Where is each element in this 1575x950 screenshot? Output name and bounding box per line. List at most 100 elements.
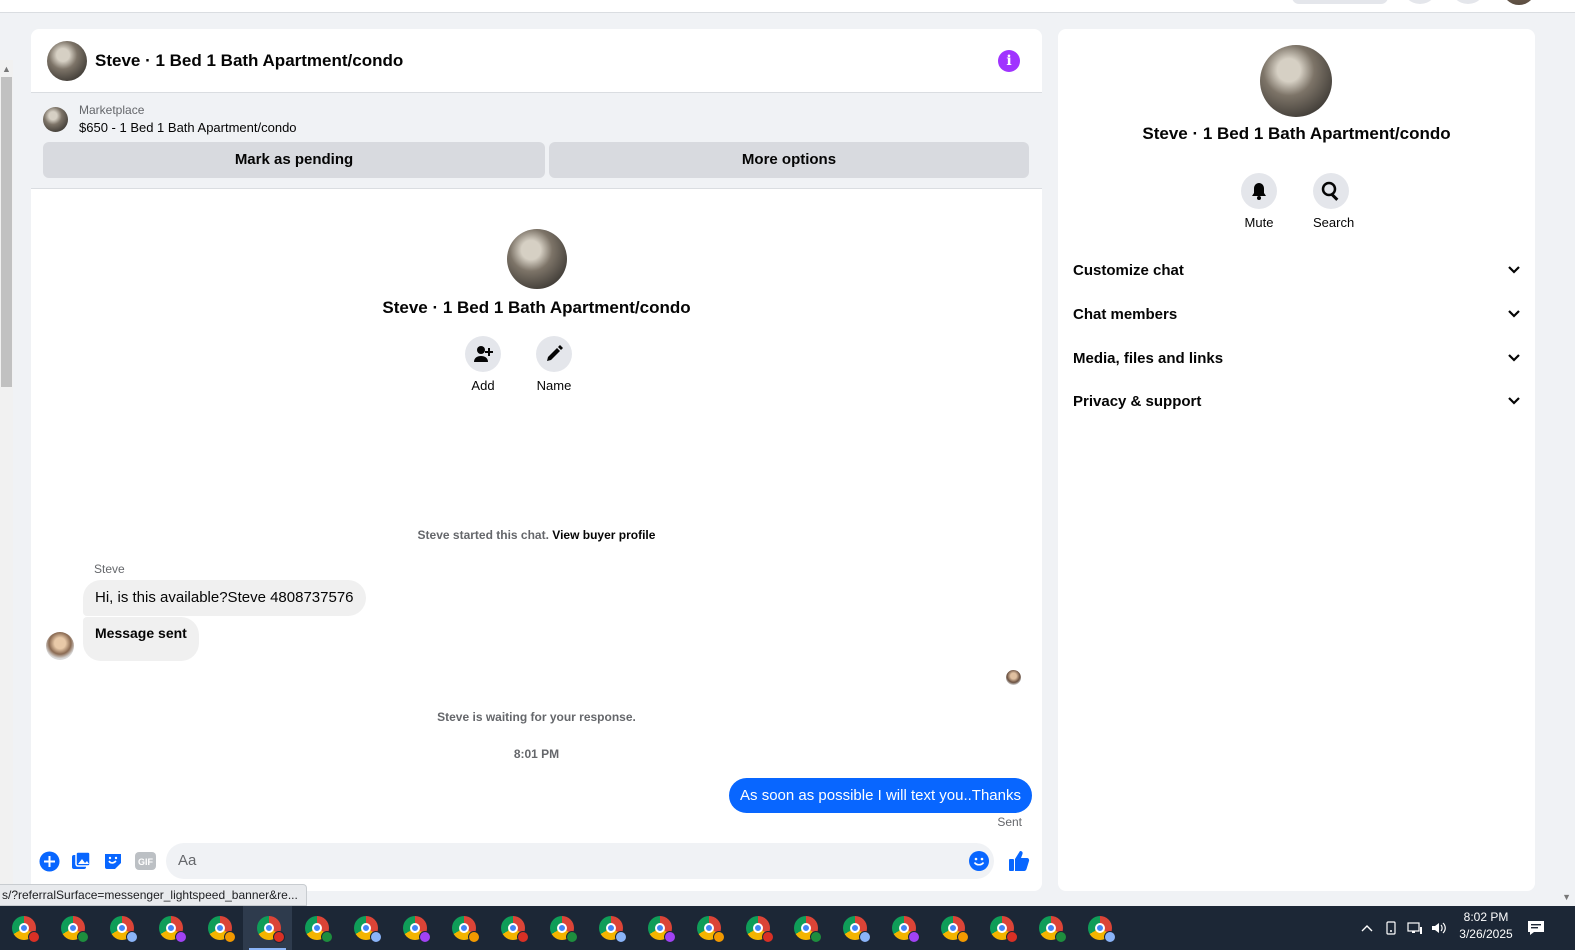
name-label: Name <box>536 378 572 393</box>
chrome-profile-taskbar-icon[interactable] <box>303 914 334 943</box>
account-avatar[interactable] <box>1502 0 1536 5</box>
chat-members-section[interactable]: Chat members <box>1073 292 1521 336</box>
chrome-profile-taskbar-icon[interactable] <box>597 914 627 943</box>
section-label: Customize chat <box>1073 261 1184 279</box>
listing-title[interactable]: $650 - 1 Bed 1 Bath Apartment/condo <box>79 118 297 137</box>
media-files-links-section[interactable]: Media, files and links <box>1073 336 1521 380</box>
scrollbar-thumb[interactable] <box>1 77 12 387</box>
chrome-profile-taskbar-icon[interactable] <box>108 914 138 943</box>
mark-as-pending-button[interactable]: Mark as pending <box>43 142 545 178</box>
search-label: Search <box>1313 215 1355 230</box>
chrome-profile-taskbar-icon[interactable] <box>744 914 774 943</box>
profile-badge-icon <box>468 931 481 943</box>
scroll-up-arrow-icon[interactable]: ▲ <box>2 64 11 74</box>
chrome-profile-taskbar-icon[interactable] <box>401 914 432 943</box>
notification-center-icon[interactable] <box>1523 906 1549 950</box>
clock-date: 3/26/2025 <box>1459 927 1513 941</box>
profile-badge-icon <box>1103 931 1116 943</box>
chat-header: Steve · 1 Bed 1 Bath Apartment/condo i <box>31 29 1042 93</box>
chat-intro: Steve · 1 Bed 1 Bath Apartment/condo Add <box>31 229 1042 393</box>
chrome-profile-taskbar-icon[interactable] <box>352 914 383 943</box>
chrome-profile-taskbar-icon[interactable] <box>1086 914 1116 943</box>
profile-badge-icon <box>614 931 627 943</box>
chrome-profile-taskbar-icon[interactable] <box>157 914 187 943</box>
chat-title[interactable]: Steve · 1 Bed 1 Bath Apartment/condo <box>95 51 403 71</box>
chrome-profile-taskbar-icon[interactable] <box>499 914 529 943</box>
section-label: Chat members <box>1073 305 1178 323</box>
profile-badge-icon <box>272 931 285 943</box>
mute-button[interactable]: Mute <box>1241 173 1277 230</box>
view-buyer-profile-link[interactable]: View buyer profile <box>552 528 655 542</box>
photo-icon[interactable] <box>70 850 92 872</box>
windows-taskbar: 8:02 PM 3/26/2025 <box>0 906 1575 950</box>
profile-badge-icon <box>663 931 676 943</box>
gif-icon[interactable]: GIF <box>134 850 156 872</box>
menu-button[interactable] <box>1402 0 1438 4</box>
chrome-profile-taskbar-icon[interactable] <box>255 914 285 943</box>
notifications-button[interactable] <box>1450 0 1486 4</box>
chrome-profile-taskbar-icon[interactable] <box>1037 914 1067 943</box>
device-icon[interactable] <box>1382 906 1400 950</box>
volume-icon[interactable] <box>1429 906 1449 950</box>
chrome-profile-taskbar-icon[interactable] <box>695 914 725 943</box>
page-scrollbar[interactable]: ▲ <box>0 60 13 890</box>
more-options-button[interactable]: More options <box>549 142 1029 178</box>
message-composer: GIF <box>31 842 1042 882</box>
chrome-profile-taskbar-icon[interactable] <box>939 914 970 943</box>
profile-badge-icon <box>565 931 578 943</box>
profile-badge-icon <box>712 931 725 943</box>
top-navigation-strip <box>0 0 1575 13</box>
scroll-down-arrow-icon[interactable]: ▼ <box>1562 892 1571 902</box>
chrome-profile-taskbar-icon[interactable] <box>792 914 823 943</box>
chrome-profile-taskbar-icon[interactable] <box>10 914 40 943</box>
message-timestamp: 8:01 PM <box>513 747 560 761</box>
privacy-support-section[interactable]: Privacy & support <box>1073 379 1521 423</box>
search-button[interactable]: Search <box>1313 173 1355 230</box>
sender-avatar[interactable] <box>46 632 74 660</box>
sent-status: Sent <box>997 815 1022 829</box>
section-label: Media, files and links <box>1073 349 1224 367</box>
chevron-down-icon <box>1508 397 1520 405</box>
status-url-bar: s/?referralSurface=messenger_lightspeed_… <box>0 884 307 906</box>
sticker-icon[interactable] <box>102 850 124 872</box>
profile-badge-icon <box>859 931 872 943</box>
chrome-profile-taskbar-icon[interactable] <box>646 914 676 943</box>
message-input[interactable] <box>166 843 994 879</box>
pencil-icon <box>547 345 563 361</box>
chrome-profile-taskbar-icon[interactable] <box>548 914 578 943</box>
profile-badge-icon <box>370 931 383 943</box>
add-people-button[interactable]: Add <box>465 336 501 393</box>
chrome-profile-taskbar-icon[interactable] <box>988 914 1018 943</box>
nav-pill-button[interactable] <box>1292 0 1388 4</box>
incoming-message[interactable]: Message sent <box>83 617 199 661</box>
svg-text:GIF: GIF <box>138 857 154 867</box>
chrome-profile-taskbar-icon[interactable] <box>841 914 872 943</box>
waiting-notice: Steve is waiting for your response. <box>437 710 636 724</box>
chrome-profile-taskbar-icon[interactable] <box>206 914 236 943</box>
listing-thumbnail[interactable] <box>43 107 68 132</box>
profile-badge-icon <box>419 931 432 943</box>
incoming-message[interactable]: Hi, is this available?Steve 4808737576 <box>83 580 366 616</box>
profile-badge-icon <box>223 931 236 943</box>
outgoing-message[interactable]: As soon as possible I will text you..Tha… <box>729 778 1032 813</box>
section-label: Privacy & support <box>1073 392 1202 410</box>
chat-avatar[interactable] <box>47 40 87 81</box>
network-icon[interactable] <box>1405 906 1425 950</box>
thumbs-up-icon[interactable] <box>1007 849 1031 873</box>
conversation-area: Steve · 1 Bed 1 Bath Apartment/condo Add <box>31 189 1042 839</box>
show-hidden-icons-icon[interactable] <box>1358 906 1376 950</box>
chevron-down-icon <box>1508 310 1520 318</box>
emoji-icon[interactable] <box>969 851 989 871</box>
system-clock[interactable]: 8:02 PM 3/26/2025 <box>1448 909 1524 943</box>
profile-badge-icon <box>125 931 138 943</box>
chrome-profile-taskbar-icon[interactable] <box>59 914 89 943</box>
info-avatar[interactable] <box>1260 45 1332 117</box>
info-icon[interactable]: i <box>998 50 1020 72</box>
profile-badge-icon <box>761 931 774 943</box>
customize-chat-section[interactable]: Customize chat <box>1073 248 1521 292</box>
chrome-profile-taskbar-icon[interactable] <box>890 914 921 943</box>
chevron-down-icon <box>1508 266 1520 274</box>
chrome-profile-taskbar-icon[interactable] <box>450 914 481 943</box>
edit-name-button[interactable]: Name <box>536 336 572 393</box>
more-actions-icon[interactable] <box>38 850 60 872</box>
